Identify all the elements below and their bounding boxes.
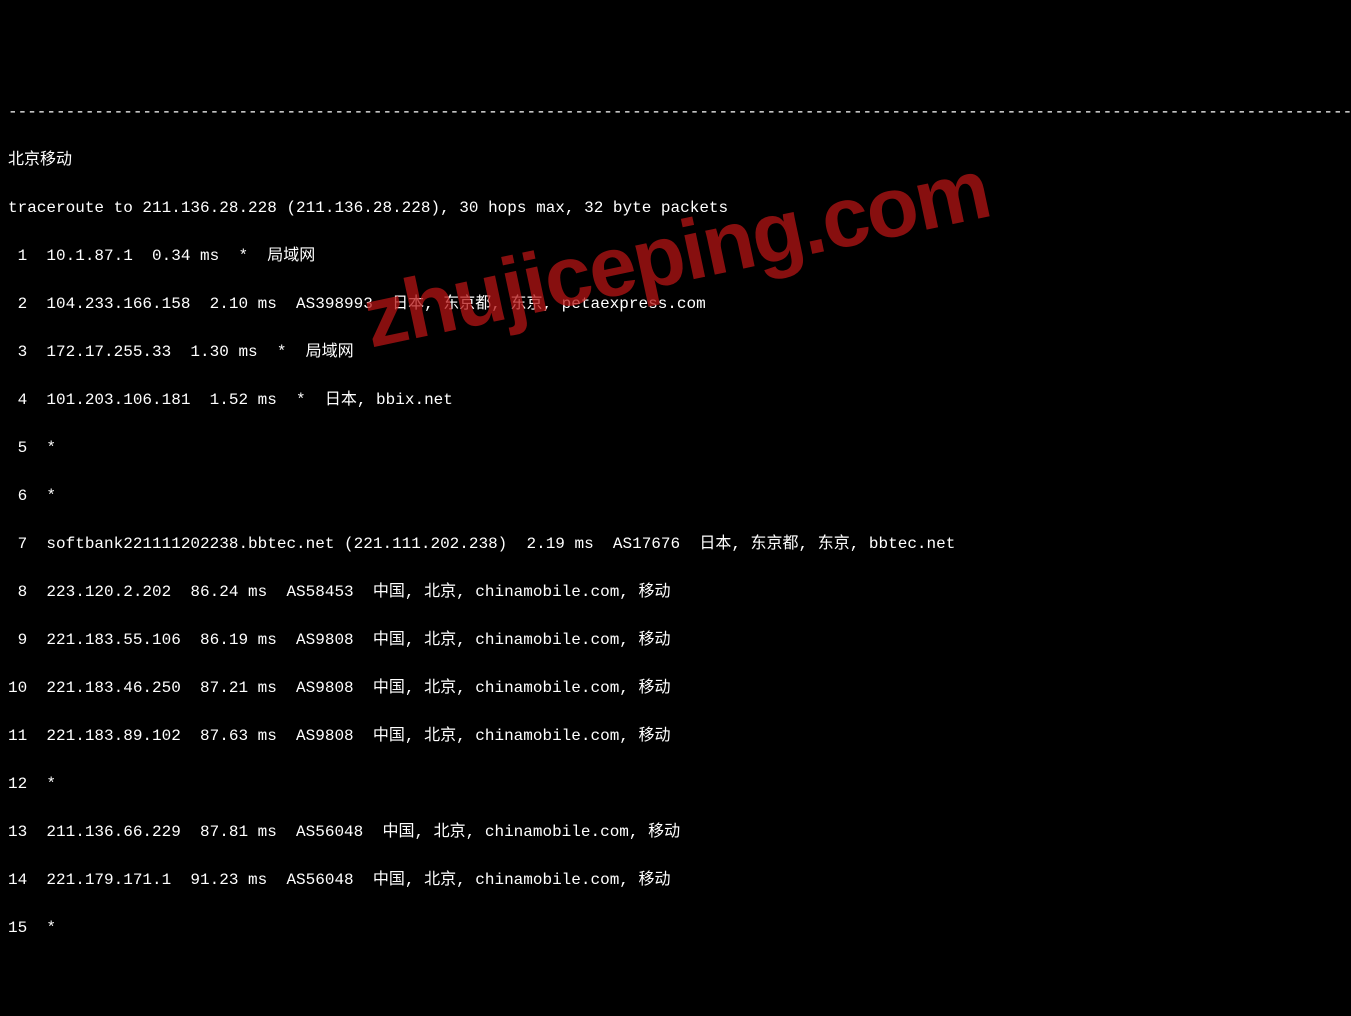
- hop-detail: 221.183.46.250 87.21 ms AS9808 中国, 北京, c…: [46, 679, 670, 697]
- hop-row: 11 221.183.89.102 87.63 ms AS9808 中国, 北京…: [8, 724, 1343, 748]
- hop-detail: 104.233.166.158 2.10 ms AS398993 日本, 东京都…: [46, 295, 705, 313]
- hop-number: 12: [8, 772, 27, 796]
- hop-detail: *: [46, 487, 56, 505]
- hop-number: 6: [8, 484, 27, 508]
- hop-row: 1 10.1.87.1 0.34 ms * 局域网: [8, 244, 1343, 268]
- hop-row: 10 221.183.46.250 87.21 ms AS9808 中国, 北京…: [8, 676, 1343, 700]
- hop-number: 4: [8, 388, 27, 412]
- hop-row: 12 *: [8, 772, 1343, 796]
- hop-detail: softbank221111202238.bbtec.net (221.111.…: [46, 535, 955, 553]
- traceroute-header: traceroute to 211.136.28.228 (211.136.28…: [8, 196, 1343, 220]
- hop-row: 4 101.203.106.181 1.52 ms * 日本, bbix.net: [8, 388, 1343, 412]
- hop-row: 2 104.233.166.158 2.10 ms AS398993 日本, 东…: [8, 292, 1343, 316]
- hop-detail: 221.183.89.102 87.63 ms AS9808 中国, 北京, c…: [46, 727, 670, 745]
- hop-row: 3 172.17.255.33 1.30 ms * 局域网: [8, 340, 1343, 364]
- route-title: 北京移动: [8, 148, 1343, 172]
- hop-number: 9: [8, 628, 27, 652]
- hop-number: 1: [8, 244, 27, 268]
- hop-number: 15: [8, 916, 27, 940]
- hop-number: 13: [8, 820, 27, 844]
- hop-row: 7 softbank221111202238.bbtec.net (221.11…: [8, 532, 1343, 556]
- separator-line: ----------------------------------------…: [8, 100, 1343, 124]
- hop-detail: 221.183.55.106 86.19 ms AS9808 中国, 北京, c…: [46, 631, 670, 649]
- hop-detail: *: [46, 919, 56, 937]
- hop-detail: 101.203.106.181 1.52 ms * 日本, bbix.net: [46, 391, 452, 409]
- hop-number: 3: [8, 340, 27, 364]
- hop-row: 6 *: [8, 484, 1343, 508]
- hop-row: 14 221.179.171.1 91.23 ms AS56048 中国, 北京…: [8, 868, 1343, 892]
- hop-detail: 221.179.171.1 91.23 ms AS56048 中国, 北京, c…: [46, 871, 670, 889]
- hop-number: 11: [8, 724, 27, 748]
- hop-number: 14: [8, 868, 27, 892]
- hop-row: 15 *: [8, 916, 1343, 940]
- hop-detail: 172.17.255.33 1.30 ms * 局域网: [46, 343, 353, 361]
- hop-row: 8 223.120.2.202 86.24 ms AS58453 中国, 北京,…: [8, 580, 1343, 604]
- hop-number: 2: [8, 292, 27, 316]
- hop-number: 8: [8, 580, 27, 604]
- hop-detail: 223.120.2.202 86.24 ms AS58453 中国, 北京, c…: [46, 583, 670, 601]
- hop-row: 9 221.183.55.106 86.19 ms AS9808 中国, 北京,…: [8, 628, 1343, 652]
- hop-detail: *: [46, 439, 56, 457]
- hop-detail: *: [46, 775, 56, 793]
- hop-number: 10: [8, 676, 27, 700]
- hop-number: 7: [8, 532, 27, 556]
- hop-detail: 10.1.87.1 0.34 ms * 局域网: [46, 247, 315, 265]
- hop-number: 5: [8, 436, 27, 460]
- hop-row: 5 *: [8, 436, 1343, 460]
- hop-row: 13 211.136.66.229 87.81 ms AS56048 中国, 北…: [8, 820, 1343, 844]
- hop-detail: 211.136.66.229 87.81 ms AS56048 中国, 北京, …: [46, 823, 680, 841]
